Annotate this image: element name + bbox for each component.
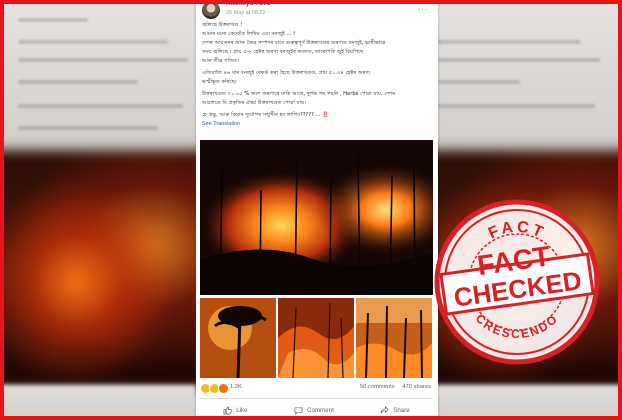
post-actions: Like Comment Share (200, 398, 433, 420)
author-name[interactable]: Axomiya Yuva (226, 0, 270, 7)
post-media (200, 140, 433, 378)
facebook-post-card: Axomiya Yuva 26 May at 08:22 · ··· জ্বলি… (196, 0, 438, 420)
forest-fire-photo[interactable] (200, 140, 433, 295)
share-label: Share (393, 406, 410, 414)
fire-thumbnail-2[interactable] (278, 298, 354, 378)
reaction-count[interactable]: 1.2K (230, 384, 242, 390)
share-button[interactable]: Share (380, 405, 410, 415)
fact-checked-stamp: FACT CRESCENDO FACT CHECKED (433, 198, 601, 366)
reaction-icons[interactable] (200, 383, 229, 394)
post-header: Axomiya Yuva 26 May at 08:22 · ··· (202, 0, 432, 22)
post-text: জ্বলিছে উত্তৰাখণ্ড ! আমাৰ মনো কেনেকৈ লিখ… (202, 22, 434, 127)
post-line: এতিয়ালৈ ৪৬ বাৰ বনজুই ৰেকৰ্ড কৰা হৈছে উত… (202, 70, 371, 76)
post-line: আৰু তীব্ৰ গতিত। (202, 58, 239, 64)
exclamation-emoji: ‼️ (322, 112, 329, 118)
avatar[interactable] (202, 1, 220, 19)
thumbs-up-icon (223, 406, 233, 414)
see-translation-link[interactable]: See Translation (202, 121, 434, 127)
post-line: ভস্মীভূত কৰিছে। (202, 79, 237, 85)
post-line: উত্তৰাখণ্ডত ৭১.০৫ % অংশ অৰণ্যৰে ঢাকি আছে… (202, 91, 396, 97)
share-icon (380, 405, 389, 414)
post-date[interactable]: 26 May at 08:22 · (226, 10, 269, 16)
post-line-text: হে প্ৰভু, আৰু কিমান দুৰ্যোগৰ সন্মুখীন হব… (202, 112, 321, 118)
comment-button[interactable]: Comment (294, 406, 334, 415)
comment-icon (294, 406, 303, 415)
reactions-bar: 1.2K 50 comments 470 shares (200, 383, 433, 394)
angry-icon (218, 383, 229, 394)
blurred-background-left (0, 0, 206, 420)
post-line: আমাৰ মনো কেনেকৈ লিখিম এয়া বনজুই ... ! (202, 31, 296, 37)
share-count[interactable]: 470 shares (402, 384, 431, 390)
comment-count[interactable]: 50 comments (360, 384, 395, 390)
fire-thumbnail-3[interactable] (356, 298, 432, 378)
post-line: জ্বলিছে উত্তৰাখণ্ড ! (202, 22, 243, 28)
post-line: সময় জ্বলিছে । প্ৰায় ৫-৬ হেক্টৰ অৰণ্য ব… (202, 49, 364, 55)
post-line: আচলতে যি প্ৰকৃতিৰ ঐশ্বৰ্য উত্তৰাখণ্ডত পো… (202, 100, 306, 106)
like-button[interactable]: Like (223, 406, 248, 415)
post-line: দেশৰ আয়তনৰ আৰু জৈৱ সম্পদৰ বাবে গুৰুত্বপ… (202, 40, 386, 46)
like-label: Like (236, 406, 248, 414)
comments-shares: 50 comments 470 shares (354, 384, 431, 390)
more-options-icon[interactable]: ··· (418, 4, 429, 14)
comment-label: Comment (306, 406, 334, 414)
stamp-ring: FACT CRESCENDO FACT CHECKED (434, 199, 600, 365)
fire-thumbnail-1[interactable] (200, 298, 276, 378)
post-line: হে প্ৰভু, আৰু কিমান দুৰ্যোগৰ সন্মুখীন হব… (202, 112, 434, 119)
